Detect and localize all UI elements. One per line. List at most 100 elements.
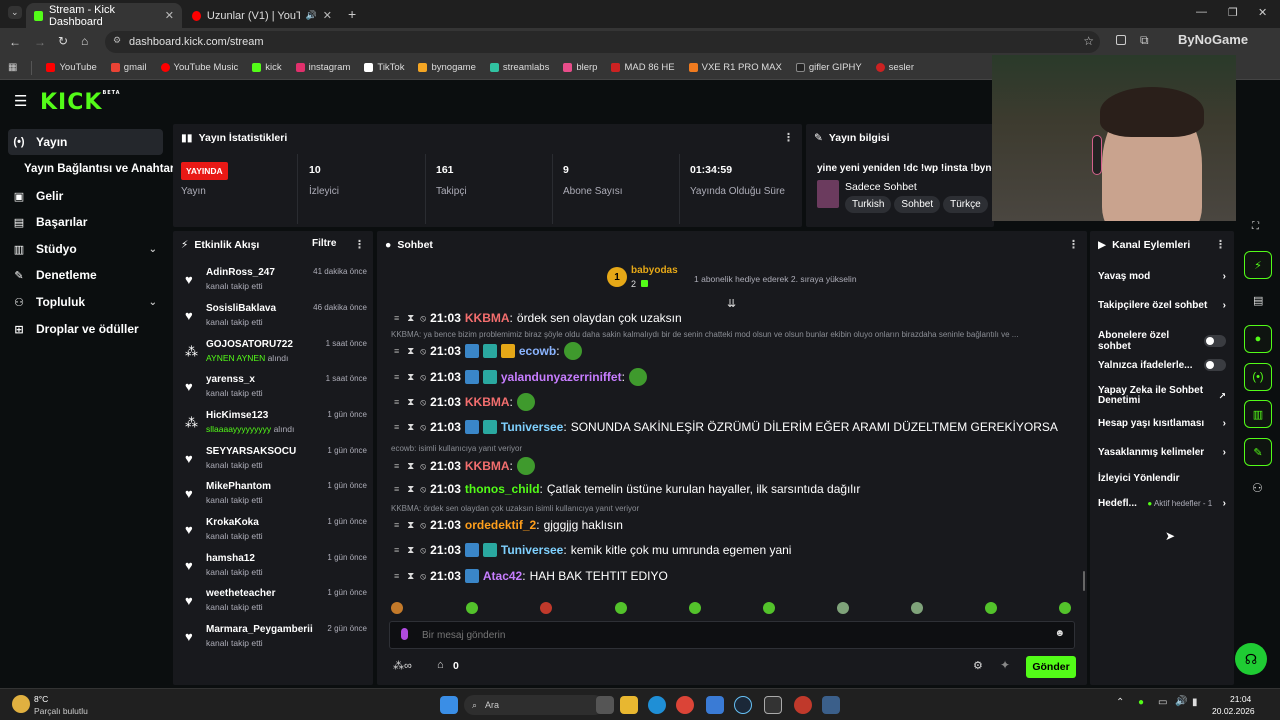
ban-icon[interactable]: ⦸: [420, 571, 426, 582]
user-badge-icon[interactable]: [482, 370, 497, 384]
sidebar-item-studyo[interactable]: ▥ Stüdyo ⌄: [8, 236, 163, 262]
close-tab-icon[interactable]: ✕: [323, 9, 332, 22]
sidebar-item-gelir[interactable]: ▣ Gelir: [8, 183, 163, 209]
epic-games-icon[interactable]: [764, 696, 782, 714]
bookmark-instagram[interactable]: instagram: [295, 62, 350, 73]
home-icon[interactable]: ⌂: [81, 34, 88, 48]
network-icon[interactable]: ▭: [1158, 697, 1167, 708]
chat-emote-icon[interactable]: [516, 457, 535, 475]
ban-icon[interactable]: ⦸: [420, 520, 426, 531]
steam-icon[interactable]: [734, 696, 752, 714]
ban-icon[interactable]: ⦸: [420, 422, 426, 433]
chat-username[interactable]: thonos_child: [465, 482, 540, 496]
chat-message-input[interactable]: [422, 627, 1042, 643]
bookmark-vxe[interactable]: VXE R1 PRO MAX: [688, 62, 782, 73]
action-raid[interactable]: İzleyici Yönlendir: [1098, 473, 1226, 484]
kick-logo[interactable]: KICKBETA: [40, 90, 121, 115]
expand-icon[interactable]: ⛶: [1252, 221, 1259, 232]
forward-icon[interactable]: →: [34, 35, 46, 49]
microphone-icon[interactable]: [401, 628, 408, 640]
bookmark-star-icon[interactable]: ☆: [1083, 34, 1094, 48]
filter-button[interactable]: Filtre: [312, 238, 336, 249]
action-goals[interactable]: Hedefl... ● Aktif hedefler - 1 ›: [1098, 498, 1226, 509]
tag-chip[interactable]: Turkish: [845, 196, 892, 213]
action-ai-moderation[interactable]: Yapay Zeka ile Sohbet Denetimi ↗: [1098, 385, 1226, 407]
tag-chip[interactable]: Sohbet: [894, 196, 941, 213]
tab-list-icon[interactable]: ⌄: [8, 6, 22, 19]
user-badge-icon[interactable]: [464, 370, 479, 384]
chat-emote-icon[interactable]: [516, 393, 535, 411]
delete-icon[interactable]: ≡: [394, 422, 399, 432]
user-badge-icon[interactable]: [464, 543, 479, 557]
edge-icon[interactable]: [648, 696, 666, 714]
new-tab-icon[interactable]: +: [348, 6, 356, 22]
delete-icon[interactable]: ≡: [394, 484, 399, 494]
sidebar-item-denetleme[interactable]: ✎ Denetleme: [8, 262, 163, 288]
action-emotes-only[interactable]: Yalnızca ifadelerle...: [1098, 359, 1226, 371]
clock-date[interactable]: 20.02.2026: [1212, 706, 1255, 716]
sidebar-item-topluluk[interactable]: ⚇ Topluluk ⌄: [8, 289, 163, 315]
timeout-icon[interactable]: ⧗: [407, 397, 414, 408]
action-subs-only[interactable]: Abonelere özel sohbet: [1098, 330, 1226, 352]
chat-username[interactable]: KKBMA: [465, 459, 510, 473]
emote-icon[interactable]: [1059, 602, 1071, 614]
ban-icon[interactable]: ⦸: [420, 397, 426, 408]
user-badge-icon[interactable]: [464, 344, 479, 358]
volume-icon[interactable]: 🔊: [1175, 696, 1187, 707]
delete-icon[interactable]: ≡: [394, 461, 399, 471]
windows-start-icon[interactable]: [440, 696, 458, 714]
ban-icon[interactable]: ⦸: [420, 346, 426, 357]
bookmark-tiktok[interactable]: TikTok: [364, 62, 404, 73]
chat-username[interactable]: Tuniversee: [501, 420, 563, 434]
chat-username[interactable]: KKBMA: [465, 395, 510, 409]
action-followers-only[interactable]: Takipçilere özel sohbet ›: [1098, 300, 1226, 311]
user-badge-icon[interactable]: [482, 344, 497, 358]
task-view-icon[interactable]: [596, 696, 614, 714]
timeout-icon[interactable]: ⧗: [407, 571, 414, 582]
puzzle-icon[interactable]: ⧉: [1140, 33, 1149, 48]
timeout-icon[interactable]: ⧗: [407, 520, 414, 531]
toggle-switch[interactable]: [1204, 335, 1226, 347]
tray-chevron-icon[interactable]: ⌃: [1116, 697, 1124, 708]
delete-icon[interactable]: ≡: [394, 397, 399, 407]
battery-icon[interactable]: ▮: [1192, 697, 1198, 708]
more-options-icon[interactable]: ⋮: [354, 238, 365, 251]
store-icon[interactable]: ⌂: [437, 659, 444, 671]
weather-desc[interactable]: Parçalı bulutlu: [34, 706, 88, 716]
timeout-icon[interactable]: ⧗: [407, 372, 414, 383]
people-icon[interactable]: ⚇: [1252, 481, 1263, 495]
timeout-icon[interactable]: ⧗: [407, 313, 414, 324]
bookmark-kick[interactable]: kick: [252, 62, 282, 73]
more-options-icon[interactable]: ⋮: [1068, 238, 1079, 251]
tab-kick-dashboard[interactable]: Stream - Kick Dashboard ✕: [26, 3, 182, 28]
user-badge-icon[interactable]: [482, 543, 497, 557]
gifter-name[interactable]: babyodas: [631, 265, 678, 276]
chat-username[interactable]: yalandunyazerriniffet: [501, 370, 622, 384]
bookmark-giphy[interactable]: gifler GIPHY: [795, 62, 862, 73]
action-slow-mode[interactable]: Yavaş mod ›: [1098, 271, 1226, 282]
support-button[interactable]: ☊: [1235, 643, 1267, 675]
emote-icon[interactable]: [689, 602, 701, 614]
bookmark-youtube[interactable]: YouTube: [46, 62, 97, 73]
send-button[interactable]: Gönder: [1026, 656, 1076, 678]
extension-icon[interactable]: [1116, 35, 1126, 45]
store-icon[interactable]: [706, 696, 724, 714]
weather-temp[interactable]: 8°C: [34, 694, 48, 704]
clipboard-icon[interactable]: ▤: [1253, 294, 1263, 307]
user-badge-icon[interactable]: [464, 420, 479, 434]
emote-icon[interactable]: [837, 602, 849, 614]
url-field[interactable]: ⚙ dashboard.kick.com/stream ☆: [105, 31, 1100, 53]
bookmark-youtube-music[interactable]: YouTube Music: [160, 62, 238, 73]
ban-icon[interactable]: ⦸: [420, 372, 426, 383]
close-window-icon[interactable]: ✕: [1258, 6, 1267, 19]
chat-username[interactable]: ordedektif_2: [465, 518, 536, 532]
emote-icon[interactable]: [763, 602, 775, 614]
timeout-icon[interactable]: ⧗: [407, 545, 414, 556]
emote-icon[interactable]: [391, 602, 403, 614]
mod-tools-icon[interactable]: ✦: [1000, 658, 1010, 672]
delete-icon[interactable]: ≡: [394, 520, 399, 530]
app-icon[interactable]: [822, 696, 840, 714]
action-banned-words[interactable]: Yasaklanmış kelimeler ›: [1098, 447, 1226, 458]
bookmark-blerp[interactable]: blerp: [563, 62, 597, 73]
ban-icon[interactable]: ⦸: [420, 313, 426, 324]
